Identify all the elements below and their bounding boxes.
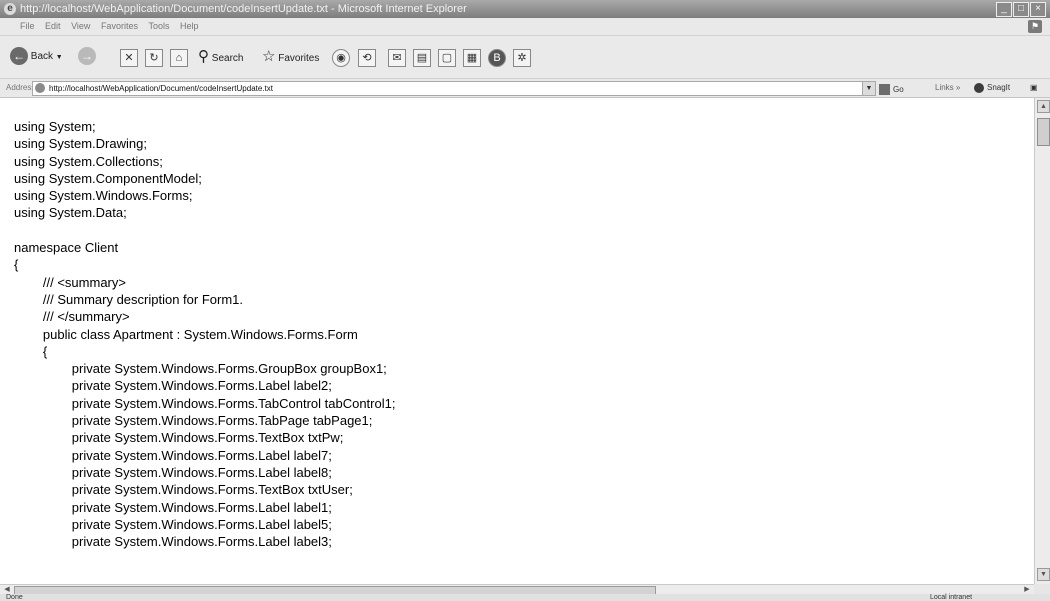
code-line: /// <summary> (42, 274, 126, 290)
minimize-button[interactable]: _ (996, 2, 1012, 17)
snagit-icon (974, 82, 984, 93)
code-line: private System.Windows.Forms.GroupBox gr… (71, 361, 387, 377)
window-title: http://localhost/WebApplication/Document… (20, 3, 467, 15)
menu-view[interactable]: View (71, 18, 90, 35)
ie-logo-icon: e (4, 3, 16, 15)
code-line: using System.Collections; (14, 153, 163, 169)
address-dropdown-icon[interactable]: ▼ (862, 81, 876, 96)
go-arrow-icon (879, 84, 890, 96)
status-bar: Done Local intranet (0, 594, 1050, 601)
address-input[interactable]: http://localhost/WebApplication/Document… (32, 81, 864, 96)
code-line: private System.Windows.Forms.TextBox txt… (71, 482, 353, 498)
code-line: private System.Windows.Forms.TextBox txt… (71, 430, 344, 446)
document-view: using System; using System.Drawing; usin… (0, 98, 1034, 584)
search-label: Search (211, 53, 244, 64)
media-icon[interactable]: ◉ (332, 49, 350, 67)
code-line: private System.Windows.Forms.TabControl … (71, 395, 396, 411)
code-text: using System; using System.Drawing; usin… (14, 118, 395, 550)
scroll-left-icon[interactable]: ◀ (2, 585, 12, 594)
snagit-label: SnagIt (987, 83, 1011, 92)
links-button[interactable]: Links » (935, 79, 960, 97)
status-text: Done (6, 594, 23, 601)
code-line: namespace Client (14, 240, 119, 256)
code-line: private System.Windows.Forms.TabPage tab… (71, 413, 373, 429)
code-line: public class Apartment : System.Windows.… (42, 326, 358, 342)
toolbar: ← Back ▼ → ✕ ↻ ⌂ ⚲ Search ☆ Favorites ◉ … (0, 36, 1050, 79)
favorites-star-icon: ☆ (262, 48, 276, 65)
scroll-up-icon[interactable]: ▲ (1037, 100, 1050, 113)
back-button[interactable]: ← Back ▼ (10, 46, 63, 68)
title-bar: e http://localhost/WebApplication/Docume… (0, 0, 1050, 18)
windows-logo-icon: ⚑ (1028, 20, 1042, 33)
code-line: { (42, 343, 48, 359)
page-icon (35, 83, 45, 93)
back-label: Back (30, 51, 54, 62)
code-line: private System.Windows.Forms.Label label… (71, 464, 332, 480)
address-url: http://localhost/WebApplication/Document… (49, 84, 273, 93)
print-icon[interactable]: ▤ (413, 49, 431, 67)
maximize-button[interactable]: □ (1013, 2, 1029, 17)
code-line: using System; (14, 119, 96, 134)
security-zone: Local intranet (930, 594, 973, 601)
menu-bar: File Edit View Favorites Tools Help ⚑ (0, 18, 1050, 36)
code-line: using System.ComponentModel; (14, 170, 202, 186)
links-chevron-icon: » (955, 83, 961, 92)
address-label: Address (6, 83, 36, 92)
messenger-icon[interactable]: ✲ (513, 49, 531, 67)
vertical-scrollbar[interactable]: ▲ ▼ (1034, 98, 1050, 584)
code-line: /// </summary> (42, 309, 130, 325)
favorites-button[interactable]: ☆ Favorites (262, 46, 319, 68)
menu-tools[interactable]: Tools (148, 18, 169, 35)
back-arrow-icon: ← (10, 47, 28, 66)
code-line: private System.Windows.Forms.Label label… (71, 516, 332, 532)
stop-icon[interactable]: ✕ (120, 49, 138, 67)
forward-arrow-icon: → (78, 47, 96, 66)
snagit-capture-icon[interactable]: ▣ (1030, 79, 1038, 97)
code-line: private System.Windows.Forms.Label label… (71, 534, 332, 550)
code-line: private System.Windows.Forms.Label label… (71, 499, 332, 515)
menu-file[interactable]: File (20, 18, 35, 35)
bluetooth-icon[interactable]: B (488, 49, 506, 67)
edit-icon[interactable]: ▢ (438, 49, 456, 67)
scroll-down-icon[interactable]: ▼ (1037, 568, 1050, 581)
home-icon[interactable]: ⌂ (170, 49, 188, 67)
code-line: using System.Data; (14, 205, 127, 221)
code-line: using System.Drawing; (14, 136, 147, 152)
go-button[interactable]: Go (879, 81, 904, 99)
back-dropdown-icon: ▼ (55, 54, 63, 61)
code-line: private System.Windows.Forms.Label label… (71, 447, 332, 463)
snagit-button[interactable]: SnagIt (974, 79, 1010, 97)
close-button[interactable]: × (1030, 2, 1046, 17)
code-line: private System.Windows.Forms.Label label… (71, 378, 332, 394)
links-label: Links (935, 83, 954, 92)
menu-favorites[interactable]: Favorites (101, 18, 138, 35)
address-bar: Address http://localhost/WebApplication/… (0, 79, 1050, 98)
mail-icon[interactable]: ✉ (388, 49, 406, 67)
code-line: using System.Windows.Forms; (14, 188, 193, 204)
search-button[interactable]: ⚲ Search (198, 46, 243, 68)
code-line: { (14, 257, 19, 273)
history-icon[interactable]: ⟲ (358, 49, 376, 67)
search-icon: ⚲ (198, 48, 209, 65)
vertical-scroll-thumb[interactable] (1037, 118, 1050, 146)
forward-button[interactable]: → (78, 46, 96, 68)
browser-window: e http://localhost/WebApplication/Docume… (0, 0, 1050, 601)
scroll-right-icon[interactable]: ▶ (1022, 585, 1032, 594)
code-line: /// Summary description for Form1. (42, 291, 244, 307)
favorites-label: Favorites (278, 53, 320, 64)
menu-edit[interactable]: Edit (45, 18, 61, 35)
menu-help[interactable]: Help (180, 18, 199, 35)
go-label: Go (893, 85, 904, 94)
refresh-icon[interactable]: ↻ (145, 49, 163, 67)
discuss-icon[interactable]: ▦ (463, 49, 481, 67)
